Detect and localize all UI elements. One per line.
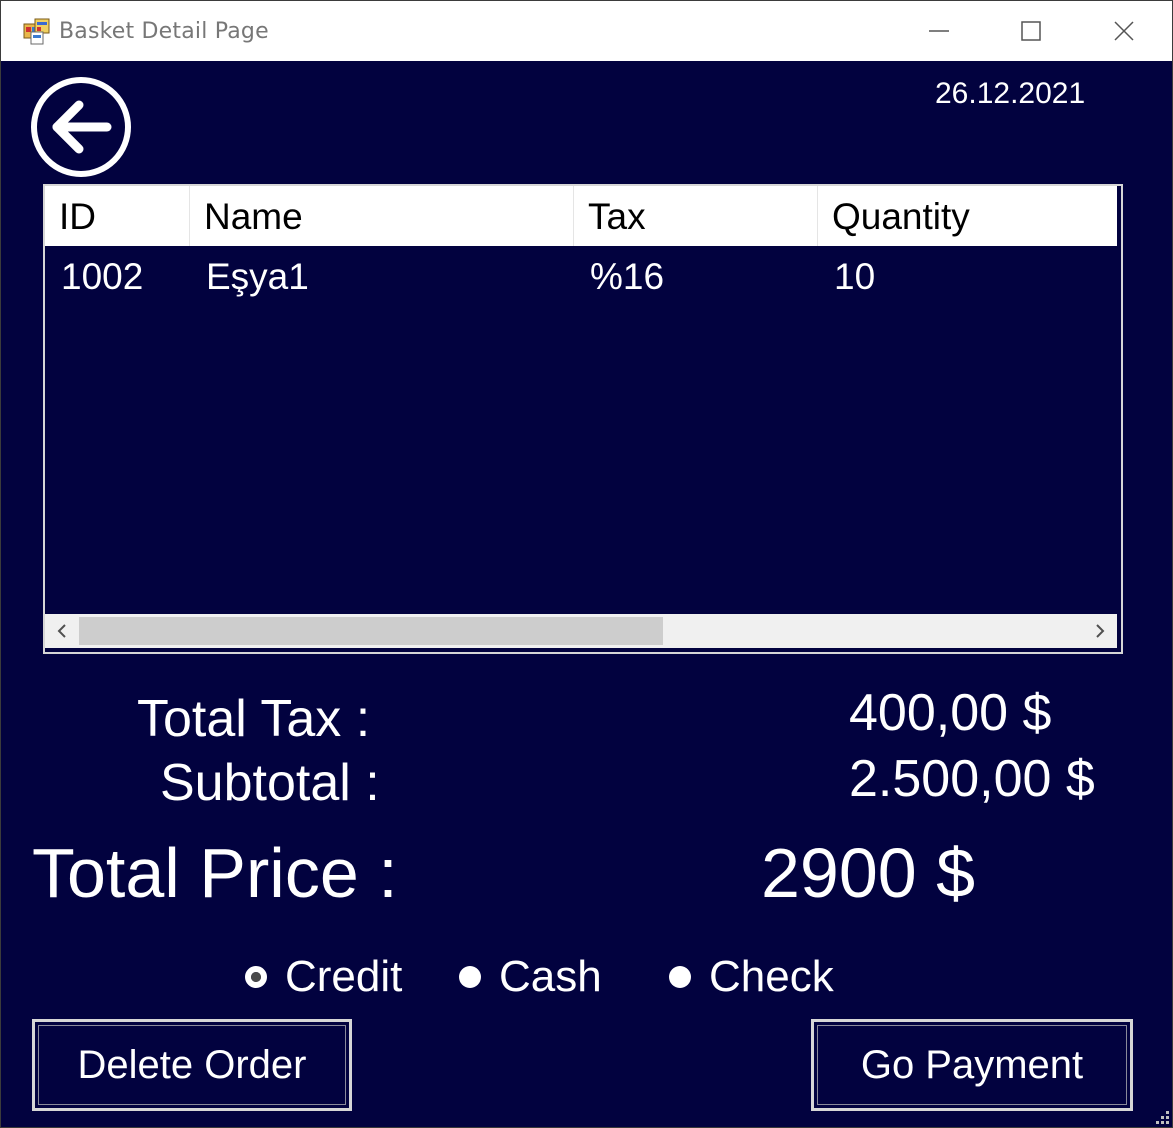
minimize-button[interactable] <box>893 1 985 61</box>
current-date: 26.12.2021 <box>935 77 1086 110</box>
column-header-quantity[interactable]: Quantity <box>818 186 1117 246</box>
radio-cash[interactable]: Cash <box>459 947 602 1007</box>
close-button[interactable] <box>1078 1 1170 61</box>
arrow-left-circle-icon[interactable] <box>29 75 133 179</box>
subtotal-value: 2.500,00 $ <box>849 750 1095 808</box>
total-price-value: 2900 $ <box>761 834 976 912</box>
go-payment-label: Go Payment <box>860 1042 1084 1087</box>
subtotal-label: Subtotal : <box>160 754 380 812</box>
table-row[interactable]: 1002 Eşya1 %16 10 <box>45 248 1117 306</box>
radio-credit[interactable]: Credit <box>245 947 402 1007</box>
grid-header: ID Name Tax Quantity <box>45 186 1117 246</box>
column-header-id[interactable]: ID <box>45 186 190 246</box>
cell-tax[interactable]: %16 <box>574 248 818 306</box>
radio-indicator <box>669 966 691 988</box>
delete-order-label: Delete Order <box>77 1042 307 1087</box>
radio-check-label: Check <box>709 952 834 1001</box>
horizontal-scrollbar[interactable] <box>45 614 1117 648</box>
minimize-icon <box>929 30 949 32</box>
chevron-left-icon <box>57 624 66 638</box>
maximize-button[interactable] <box>985 1 1077 61</box>
window-title: Basket Detail Page <box>59 19 269 44</box>
scrollbar-thumb[interactable] <box>79 617 663 645</box>
basket-detail-window: Basket Detail Page 26.12.2021 ID Name Ta… <box>0 0 1173 1128</box>
radio-credit-label: Credit <box>285 952 403 1001</box>
basket-grid[interactable]: ID Name Tax Quantity 1002 Eşya1 %16 10 <box>43 184 1123 654</box>
cell-quantity[interactable]: 10 <box>818 248 1117 306</box>
resize-grip-icon[interactable] <box>1154 1109 1170 1125</box>
total-tax-value: 400,00 $ <box>849 684 1052 742</box>
radio-checked-indicator <box>245 966 267 988</box>
radio-indicator <box>459 966 481 988</box>
delete-order-button[interactable]: Delete Order <box>30 1017 354 1113</box>
scroll-left-button[interactable] <box>45 614 79 648</box>
cell-id[interactable]: 1002 <box>45 248 190 306</box>
total-price-label: Total Price : <box>32 834 398 912</box>
cell-name[interactable]: Eşya1 <box>190 248 574 306</box>
client-area: 26.12.2021 ID Name Tax Quantity 1002 Eşy… <box>5 61 1172 1127</box>
chevron-right-icon <box>1096 624 1105 638</box>
title-bar[interactable]: Basket Detail Page <box>1 1 1172 61</box>
radio-check[interactable]: Check <box>669 947 834 1007</box>
radio-cash-label: Cash <box>499 952 602 1001</box>
column-header-name[interactable]: Name <box>190 186 574 246</box>
column-header-tax[interactable]: Tax <box>574 186 818 246</box>
scroll-right-button[interactable] <box>1083 614 1117 648</box>
total-tax-label: Total Tax : <box>137 690 371 748</box>
winforms-app-icon <box>23 18 50 45</box>
close-icon <box>1114 21 1134 41</box>
maximize-icon <box>1021 21 1041 41</box>
go-payment-button[interactable]: Go Payment <box>809 1017 1135 1113</box>
